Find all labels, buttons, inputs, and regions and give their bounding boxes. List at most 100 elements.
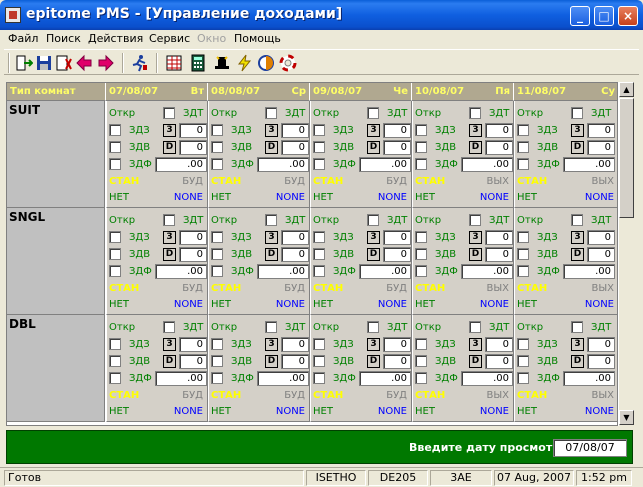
zdv-checkbox[interactable] [109,248,121,260]
zdv-mode-button[interactable]: D [163,248,176,261]
open-checkbox[interactable] [163,107,175,119]
zdf-input[interactable]: .00 [461,264,513,279]
close-button[interactable]: × [618,6,638,26]
exit-icon[interactable] [14,53,34,73]
zdf-input[interactable]: .00 [563,157,615,172]
hat-icon[interactable] [212,53,232,73]
header-day[interactable]: 08/08/07 Ср [208,83,310,101]
zdz-mode-button[interactable]: 3 [265,338,278,351]
scroll-thumb[interactable] [619,98,634,218]
app-icon[interactable] [5,7,21,23]
zdz-mode-button[interactable]: 3 [571,338,584,351]
zdz-mode-button[interactable]: 3 [163,124,176,137]
open-checkbox[interactable] [571,321,583,333]
zdz-input[interactable]: 0 [587,337,615,352]
zdz-input[interactable]: 0 [281,230,309,245]
menu-actions[interactable]: Действия [88,32,143,45]
zdv-checkbox[interactable] [211,355,223,367]
zdz-checkbox[interactable] [415,231,427,243]
runner-icon[interactable] [130,53,150,73]
zdf-checkbox[interactable] [109,372,121,384]
zdz-input[interactable]: 0 [485,230,513,245]
zdv-checkbox[interactable] [415,141,427,153]
zdv-checkbox[interactable] [517,355,529,367]
zdv-input[interactable]: 0 [485,354,513,369]
zdv-input[interactable]: 0 [281,140,309,155]
zdz-mode-button[interactable]: 3 [163,338,176,351]
zdv-checkbox[interactable] [313,141,325,153]
zdv-mode-button[interactable]: D [571,355,584,368]
room-type-cell[interactable]: DBL [7,315,105,422]
zdf-checkbox[interactable] [517,265,529,277]
zdz-checkbox[interactable] [517,124,529,136]
header-day[interactable]: 07/08/07 Вт [106,83,208,101]
scroll-down-button[interactable]: ▼ [619,410,634,425]
zdv-checkbox[interactable] [313,248,325,260]
zdf-input[interactable]: .00 [257,157,309,172]
zdv-checkbox[interactable] [109,355,121,367]
zdz-input[interactable]: 0 [179,123,207,138]
zdz-input[interactable]: 0 [179,230,207,245]
close-doc-icon[interactable] [54,53,74,73]
zdz-mode-button[interactable]: 3 [469,124,482,137]
zdz-mode-button[interactable]: 3 [265,124,278,137]
zdf-input[interactable]: .00 [461,157,513,172]
zdz-mode-button[interactable]: 3 [469,231,482,244]
zdv-input[interactable]: 0 [383,247,411,262]
zdz-input[interactable]: 0 [281,337,309,352]
zdv-input[interactable]: 0 [587,354,615,369]
zdv-input[interactable]: 0 [587,247,615,262]
open-checkbox[interactable] [265,214,277,226]
zdf-input[interactable]: .00 [461,371,513,386]
zdz-input[interactable]: 0 [587,123,615,138]
open-checkbox[interactable] [469,107,481,119]
lightning-icon[interactable] [234,53,254,73]
zdf-checkbox[interactable] [211,372,223,384]
open-checkbox[interactable] [469,321,481,333]
open-checkbox[interactable] [265,107,277,119]
zdv-checkbox[interactable] [517,141,529,153]
minimize-button[interactable]: _ [570,6,590,26]
open-checkbox[interactable] [163,321,175,333]
zdz-checkbox[interactable] [313,231,325,243]
zdz-checkbox[interactable] [415,124,427,136]
zdf-checkbox[interactable] [211,158,223,170]
zdv-checkbox[interactable] [109,141,121,153]
save-icon[interactable] [34,53,54,73]
zdz-input[interactable]: 0 [179,337,207,352]
zdv-input[interactable]: 0 [383,140,411,155]
zdf-input[interactable]: .00 [155,157,207,172]
zdz-input[interactable]: 0 [383,337,411,352]
open-checkbox[interactable] [265,321,277,333]
menu-file[interactable]: Файл [8,32,38,45]
calculator-icon[interactable] [188,53,208,73]
zdv-input[interactable]: 0 [179,247,207,262]
zdv-mode-button[interactable]: D [469,141,482,154]
header-day[interactable]: 09/08/07 Че [310,83,412,101]
zdv-mode-button[interactable]: D [469,355,482,368]
zdv-input[interactable]: 0 [587,140,615,155]
zdv-mode-button[interactable]: D [163,141,176,154]
zdv-input[interactable]: 0 [281,247,309,262]
zdz-checkbox[interactable] [211,124,223,136]
zdv-mode-button[interactable]: D [367,141,380,154]
open-checkbox[interactable] [367,214,379,226]
zdz-checkbox[interactable] [517,231,529,243]
zdv-checkbox[interactable] [211,248,223,260]
zdz-checkbox[interactable] [517,338,529,350]
menu-help[interactable]: Помощь [234,32,281,45]
zdz-input[interactable]: 0 [383,123,411,138]
arrow-left-icon[interactable] [74,53,94,73]
zdf-input[interactable]: .00 [359,264,411,279]
open-checkbox[interactable] [571,214,583,226]
zdv-checkbox[interactable] [415,248,427,260]
zdv-input[interactable]: 0 [179,140,207,155]
zdz-mode-button[interactable]: 3 [571,124,584,137]
menu-search[interactable]: Поиск [46,32,81,45]
zdz-checkbox[interactable] [109,231,121,243]
zdv-checkbox[interactable] [313,355,325,367]
arrow-right-icon[interactable] [96,53,116,73]
zdf-checkbox[interactable] [313,265,325,277]
zdz-checkbox[interactable] [415,338,427,350]
zdf-input[interactable]: .00 [563,264,615,279]
